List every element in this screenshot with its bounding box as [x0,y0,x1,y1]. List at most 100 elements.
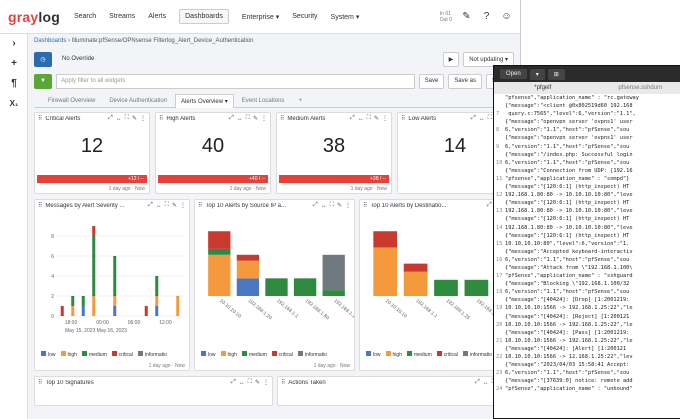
legend-item[interactable]: medium [406,351,432,358]
nav-link[interactable]: Search [74,13,96,20]
nav-link[interactable]: Enterprise ▾ [242,13,279,21]
expand-sidebar-icon[interactable]: › [0,34,28,54]
filter-input[interactable]: Apply filter to all widgets [56,73,415,89]
legend-item[interactable]: informatio [297,351,327,358]
expand-icon[interactable]: ⤢ [313,202,318,209]
expand-icon[interactable]: ⤢ [475,379,480,386]
edit-icon[interactable]: ✎ [461,11,472,22]
nav-link[interactable]: System ▾ [331,13,360,21]
drag-handle-icon[interactable]: ⠿ [38,115,42,122]
bar-segment[interactable] [113,306,117,316]
expand-icon[interactable]: ⤢ [229,115,234,122]
legend-item[interactable]: critical [111,351,133,358]
bar-segment[interactable] [265,278,288,296]
legend-item[interactable]: high [60,351,77,358]
resize-icon[interactable]: ↔ [239,380,245,386]
edit-icon[interactable]: ✎ [132,115,137,122]
drag-handle-icon[interactable]: ⠿ [38,202,42,209]
bar-segment[interactable] [81,306,85,316]
bar-segment[interactable] [434,279,458,296]
bar-segment[interactable] [60,306,64,316]
drag-handle-icon[interactable]: ⠿ [38,379,42,386]
add-widget-icon[interactable]: + [0,54,28,74]
bar-segment[interactable] [144,306,148,316]
bar-segment[interactable] [208,254,231,296]
drag-handle-icon[interactable]: ⠿ [401,115,405,122]
resize-icon[interactable]: ↔ [479,116,485,122]
user-icon[interactable]: ☺ [501,11,512,22]
bar-segment[interactable] [373,247,398,296]
bar-segment[interactable] [322,254,345,291]
legend-item[interactable]: medium [241,351,267,358]
time-picker-button[interactable]: ◷ [34,51,52,67]
bar-segment[interactable] [81,296,85,306]
bar-segment[interactable] [236,260,260,279]
legend-item[interactable]: medium [81,351,107,358]
legend-item[interactable]: high [220,351,237,358]
expand-icon[interactable]: ⤢ [108,115,113,122]
fullscreen-icon[interactable]: ⛶ [248,379,252,386]
bar-segment[interactable] [71,296,75,306]
help-icon[interactable]: ? [481,11,492,22]
menu-icon[interactable]: ⋮ [345,202,351,209]
fullscreen-icon[interactable]: ⛶ [330,202,334,209]
menu-icon[interactable]: ⋮ [382,115,388,122]
expand-icon[interactable]: ⤢ [148,202,153,209]
resize-icon[interactable]: ↔ [321,203,327,209]
bar-segment[interactable] [403,263,428,272]
expand-icon[interactable]: ⤢ [350,115,355,122]
drag-handle-icon[interactable]: ⠿ [198,202,202,209]
dashboard-tab[interactable]: + [292,94,308,108]
edit-icon[interactable]: ✎ [337,202,342,209]
resize-icon[interactable]: ↔ [237,116,243,122]
terminal-output[interactable]: "pfsense","application_name" : "rc.gatew… [494,94,680,418]
bar-segment[interactable] [236,278,260,296]
legend-item[interactable]: critical [436,351,458,358]
nav-link[interactable]: Streams [109,13,135,20]
legend-item[interactable]: low [201,351,216,358]
fullscreen-icon[interactable]: ⛶ [488,115,492,122]
fullscreen-icon[interactable]: ⛶ [165,202,169,209]
resize-icon[interactable]: ↔ [116,116,122,122]
parameters-icon[interactable]: X₁ [0,94,28,114]
legend-item[interactable]: informatio [462,351,492,358]
drag-handle-icon[interactable]: ⠿ [159,115,163,122]
menu-icon[interactable]: ⋮ [140,115,146,122]
bar-segment[interactable] [155,306,159,316]
bar-segment[interactable] [92,296,96,316]
legend-item[interactable]: low [41,351,56,358]
nav-link[interactable]: Alerts [148,13,166,20]
bar-segment[interactable] [208,231,231,249]
edit-icon[interactable]: ✎ [374,115,379,122]
expand-icon[interactable]: ⤢ [231,379,236,386]
open-menu-button[interactable]: ▾ [529,68,545,80]
resize-icon[interactable]: ↔ [156,203,162,209]
bar-segment[interactable] [92,226,96,236]
expand-icon[interactable]: ⤢ [471,115,476,122]
bar-segment[interactable] [176,296,180,316]
legend-item[interactable]: high [385,351,402,358]
resize-icon[interactable]: ↔ [483,380,489,386]
dashboard-tab[interactable]: Device Authentication [103,94,173,108]
search-button[interactable]: ▶ [442,51,460,67]
menu-icon[interactable]: ⋮ [263,379,269,386]
bar-segment[interactable] [373,231,398,248]
graylog-logo[interactable]: graylog [8,9,60,25]
bar-segment[interactable] [113,256,117,296]
edit-icon[interactable]: ✎ [253,115,258,122]
save-as-button[interactable]: Save as [448,73,482,89]
legend-item[interactable]: low [366,351,381,358]
drag-handle-icon[interactable]: ⠿ [280,115,284,122]
menu-icon[interactable]: ⋮ [261,115,267,122]
dashboard-tab[interactable]: Event Locations [236,94,291,108]
legend-item[interactable]: informatio [137,351,167,358]
open-button[interactable]: Open [500,69,527,79]
paragraph-icon[interactable]: ¶ [0,74,28,94]
drag-handle-icon[interactable]: ⠿ [363,202,367,209]
bar-segment[interactable] [208,248,231,255]
breadcrumb-dashboards-link[interactable]: Dashboards [34,38,66,44]
bar-segment[interactable] [113,296,117,306]
new-tab-icon[interactable]: ⊞ [547,68,565,80]
fullscreen-icon[interactable]: ⛶ [246,115,250,122]
dashboard-tab[interactable]: Firewall Overview [42,94,101,108]
